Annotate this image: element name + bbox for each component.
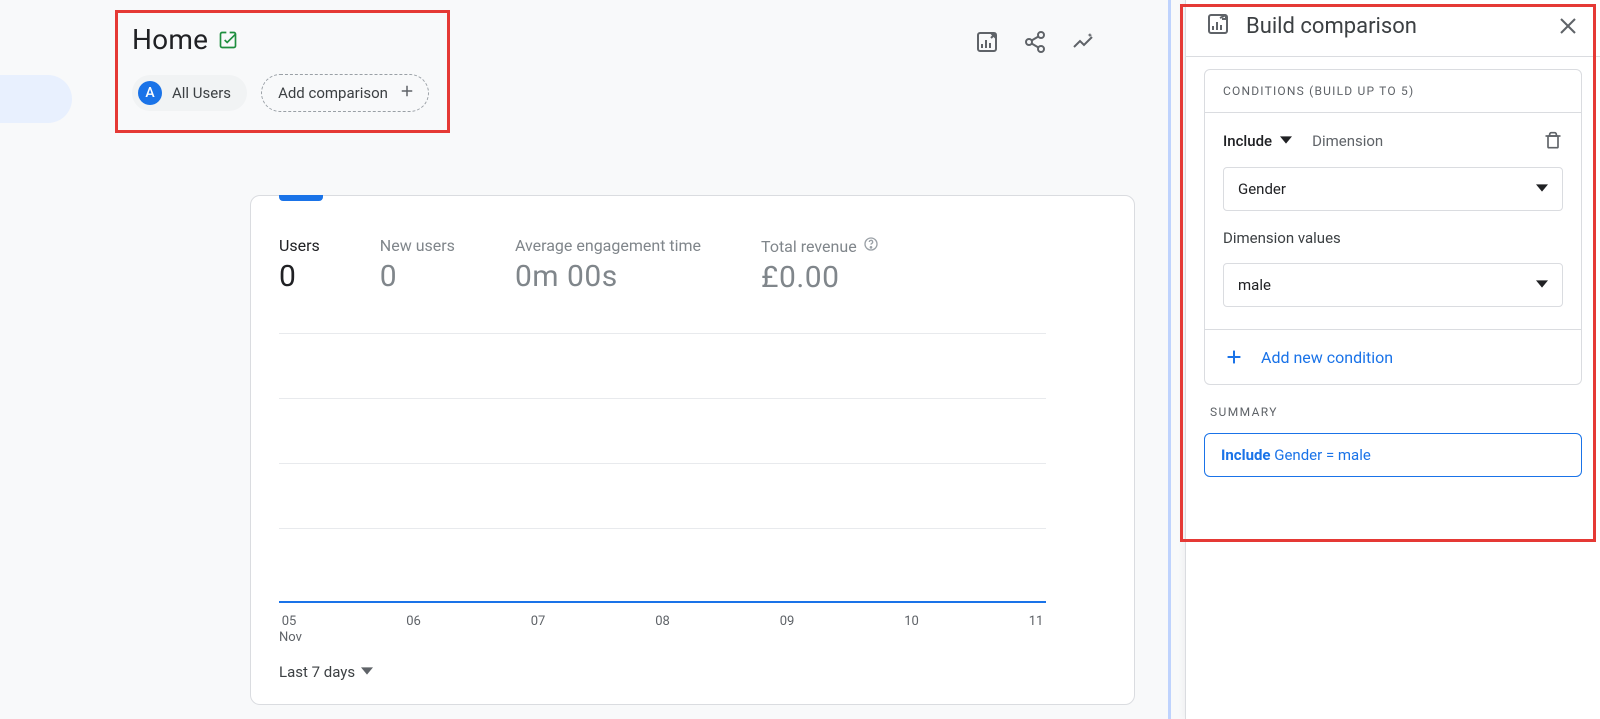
dimension-heading: Dimension xyxy=(1312,132,1383,150)
overview-card: Users 0 New users 0 Average engagement time 0… xyxy=(250,195,1135,705)
dimension-values-value: male xyxy=(1238,276,1271,294)
x-tick: 06 xyxy=(404,614,424,629)
chevron-down-icon xyxy=(1536,276,1548,294)
chart-x-axis: 05 06 07 08 09 10 11 xyxy=(279,614,1046,629)
page-title: Home xyxy=(132,23,208,56)
summary-prefix: Include xyxy=(1221,446,1271,464)
page-title-row: Home xyxy=(132,23,433,56)
panel-body: CONDITIONS (BUILD UP TO 5) Include Dimen… xyxy=(1186,57,1600,489)
metric-tab[interactable]: Users 0 xyxy=(279,236,320,295)
help-icon[interactable] xyxy=(863,236,879,256)
x-tick: 07 xyxy=(528,614,548,629)
trend-chart: 05060708091011 Nov xyxy=(279,323,1106,623)
dimension-value: Gender xyxy=(1238,180,1286,198)
chevron-down-icon xyxy=(1536,180,1548,198)
panel-left-accent xyxy=(1168,0,1171,719)
metric-value: 0 xyxy=(279,259,320,294)
nav-active-indicator xyxy=(0,75,72,123)
chart-gridline xyxy=(279,333,1046,334)
include-exclude-selector[interactable]: Include xyxy=(1223,132,1292,150)
metrics-row: Users 0 New users 0 Average engagement time 0… xyxy=(279,236,1106,295)
add-new-condition-label: Add new condition xyxy=(1261,348,1393,367)
metric-tab[interactable]: New users 0 xyxy=(380,236,455,295)
include-label: Include xyxy=(1223,132,1272,150)
x-tick: 05 xyxy=(279,614,299,629)
all-users-chip[interactable]: A All Users xyxy=(132,75,247,111)
metric-label: Average engagement time xyxy=(515,236,701,255)
x-tick: 09 xyxy=(777,614,797,629)
chevron-down-icon xyxy=(361,663,373,681)
comparison-chip-row: A All Users Add comparison xyxy=(132,74,433,112)
plus-icon xyxy=(398,82,416,104)
comparison-chart-icon xyxy=(1206,12,1230,40)
chart-gridline xyxy=(279,398,1046,399)
delete-condition-icon[interactable] xyxy=(1543,131,1563,151)
metric-value: 0 xyxy=(380,259,455,294)
verified-check-icon xyxy=(218,30,238,50)
x-tick: 10 xyxy=(902,614,922,629)
x-tick: 08 xyxy=(653,614,673,629)
metric-label: Users xyxy=(279,236,320,255)
panel-title: Build comparison xyxy=(1246,14,1540,39)
chart-series-line xyxy=(279,601,1046,603)
chart-gridline xyxy=(279,463,1046,464)
conditions-header: CONDITIONS (BUILD UP TO 5) xyxy=(1205,70,1581,113)
chart-gridline xyxy=(279,528,1046,529)
add-comparison-button[interactable]: Add comparison xyxy=(261,74,429,112)
condition-top-row: Include Dimension xyxy=(1223,131,1563,151)
dimension-dropdown[interactable]: Gender xyxy=(1223,167,1563,211)
metric-label: New users xyxy=(380,236,455,255)
panel-header: Build comparison xyxy=(1186,0,1600,57)
top-action-icons xyxy=(975,30,1095,54)
metric-label: Total revenue xyxy=(761,236,879,256)
date-range-label: Last 7 days xyxy=(279,663,355,681)
chip-label: All Users xyxy=(172,84,231,102)
summary-chip[interactable]: Include Gender = male xyxy=(1204,433,1582,477)
customize-report-icon[interactable] xyxy=(975,30,999,54)
metric-tab[interactable]: Average engagement time 0m 00s xyxy=(515,236,701,295)
x-tick: 11 xyxy=(1026,614,1046,629)
chevron-down-icon xyxy=(1280,132,1292,150)
metric-value: £0.00 xyxy=(761,260,879,295)
add-comparison-label: Add comparison xyxy=(278,84,388,102)
conditions-card: CONDITIONS (BUILD UP TO 5) Include Dimen… xyxy=(1204,69,1582,385)
insights-icon[interactable] xyxy=(1071,30,1095,54)
date-range-picker[interactable]: Last 7 days xyxy=(279,663,373,681)
metric-tab[interactable]: Total revenue £0.00 xyxy=(761,236,879,295)
build-comparison-panel: Build comparison CONDITIONS (BUILD UP TO… xyxy=(1185,0,1600,719)
share-icon[interactable] xyxy=(1023,30,1047,54)
close-icon[interactable] xyxy=(1556,14,1580,38)
active-metric-indicator xyxy=(279,195,323,201)
main-content: Home A All Users Add comparison xyxy=(115,10,1155,133)
chip-badge-letter: A xyxy=(138,81,162,105)
condition-block: Include Dimension Gender xyxy=(1205,113,1581,329)
chart-month-label: Nov xyxy=(279,630,302,645)
dimension-values-dropdown[interactable]: male xyxy=(1223,263,1563,307)
header-highlight-box: Home A All Users Add comparison xyxy=(115,10,450,133)
dimension-values-label: Dimension values xyxy=(1223,229,1563,247)
metric-value: 0m 00s xyxy=(515,259,701,294)
summary-text: Gender = male xyxy=(1274,446,1371,464)
summary-header: SUMMARY xyxy=(1204,405,1582,419)
add-new-condition-button[interactable]: Add new condition xyxy=(1205,329,1581,384)
